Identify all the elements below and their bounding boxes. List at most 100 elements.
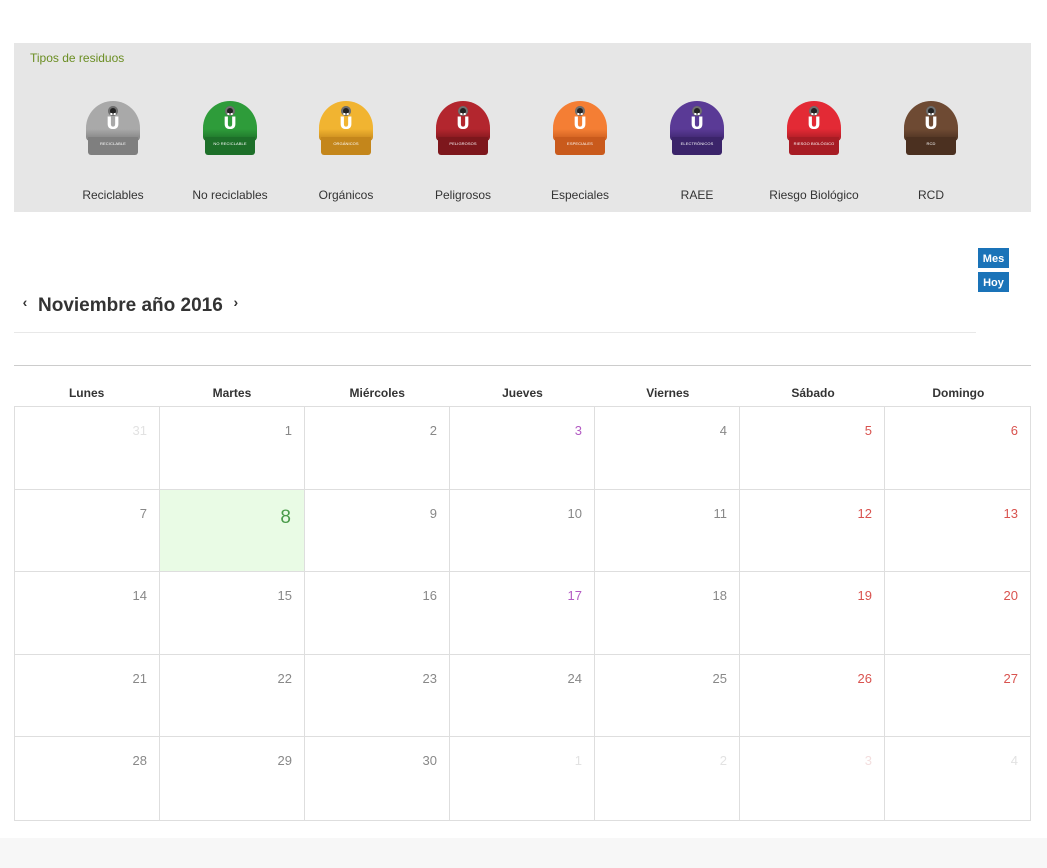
calendar-day[interactable]: 4 [595, 407, 740, 490]
day-number: 12 [857, 505, 872, 521]
waste-bin-icon: Ü Riesgo biológico [787, 101, 841, 157]
calendar-day-today[interactable]: 8 [160, 489, 305, 573]
calendar-day[interactable]: 29 [160, 737, 305, 820]
calendar-day[interactable]: 23 [305, 654, 450, 738]
day-number: 31 [132, 423, 147, 438]
calendar-day[interactable]: 27 [885, 655, 1030, 738]
chevron-right-icon[interactable]: › [229, 294, 243, 310]
calendar-day[interactable]: 3 [740, 737, 885, 820]
calendar-day[interactable]: 31 [15, 407, 160, 490]
waste-bin-label: Orgánicos [318, 188, 374, 202]
waste-bin-label: Especiales [550, 188, 610, 202]
day-number: 25 [712, 670, 727, 686]
calendar-day[interactable]: 28 [15, 737, 160, 820]
day-number: 7 [139, 505, 147, 521]
day-number: 17 [567, 588, 582, 604]
waste-bin-label: RAEE [680, 188, 714, 202]
calendar-day[interactable]: 17 [450, 572, 595, 655]
day-number: 18 [712, 588, 727, 604]
calendar-day[interactable]: 1 [450, 737, 595, 820]
calendar-day[interactable]: 7 [15, 489, 160, 573]
day-number: 20 [1003, 588, 1018, 604]
waste-bin-tag: No reciclable [213, 141, 247, 146]
waste-bin-item[interactable]: Ü Especiales Especiales [520, 101, 640, 202]
day-number: 8 [280, 506, 291, 528]
day-number: 11 [713, 505, 728, 521]
calendar-day[interactable]: 3 [450, 407, 595, 490]
chevron-left-icon[interactable]: ‹ [18, 294, 32, 310]
waste-bin-label: RCD [918, 188, 944, 202]
day-number: 21 [132, 670, 147, 686]
day-number: 4 [1010, 753, 1018, 769]
waste-bin-icon: Ü Especiales [553, 101, 607, 157]
calendar-day[interactable]: 30 [305, 737, 450, 820]
waste-types-panel: Tipos de residuos Ü Reciclable Reciclables… [14, 43, 1031, 212]
day-number: 26 [857, 670, 872, 686]
calendar-day[interactable]: 1 [160, 407, 305, 490]
today-button[interactable]: Hoy [977, 271, 1010, 293]
calendar-day[interactable]: 20 [885, 572, 1030, 655]
calendar-day[interactable]: 26 [740, 654, 885, 738]
waste-bin-tag: Especiales [567, 141, 593, 146]
waste-bin-icon: Ü RCD [904, 101, 958, 157]
section-divider [14, 365, 1031, 366]
calendar-grid: 31 1 2 3 4 5 6 7 8 9 10 11 12 13 14 15 16 17 18 19 20 21 22 23 2… [14, 406, 1031, 821]
calendar-day[interactable]: 6 [885, 407, 1030, 490]
footer-strip [0, 838, 1047, 868]
day-number: 22 [277, 670, 292, 686]
title-divider [14, 332, 976, 333]
calendar-day[interactable]: 13 [885, 490, 1030, 573]
weekday-header: Martes [212, 386, 252, 400]
day-number: 4 [719, 423, 727, 438]
day-number: 2 [719, 753, 727, 769]
weekday-header: Sábado [791, 386, 835, 400]
calendar-day[interactable]: 12 [740, 489, 885, 573]
calendar-day[interactable]: 4 [885, 737, 1030, 820]
waste-bin-icon: Ü Orgánicos [319, 101, 373, 157]
calendar-day[interactable]: 15 [160, 572, 305, 655]
calendar-day[interactable]: 2 [595, 737, 740, 820]
month-view-button[interactable]: Mes [977, 247, 1010, 269]
calendar-day[interactable]: 16 [305, 572, 450, 655]
calendar-day[interactable]: 5 [740, 407, 885, 490]
waste-bin-tag: RCD [926, 141, 936, 146]
day-number: 6 [1010, 423, 1018, 438]
waste-bin-item[interactable]: Ü RCD RCD [871, 101, 991, 202]
calendar-day[interactable]: 25 [595, 654, 740, 738]
waste-bin-label: No reciclables [192, 188, 268, 202]
calendar-day[interactable]: 19 [740, 572, 885, 655]
calendar-day[interactable]: 24 [450, 654, 595, 738]
calendar-day[interactable]: 22 [160, 654, 305, 738]
calendar-day[interactable]: 10 [450, 489, 595, 573]
calendar-header: ‹ Noviembre año 2016 › [18, 292, 243, 320]
waste-bin-item[interactable]: Ü No reciclable No reciclables [170, 101, 290, 202]
weekday-header: Domingo [932, 386, 985, 400]
weekday-header: Miércoles [349, 386, 405, 400]
waste-types-title: Tipos de residuos [30, 51, 125, 65]
day-number: 1 [574, 753, 582, 769]
day-number: 16 [422, 588, 437, 604]
calendar-day[interactable]: 18 [595, 572, 740, 655]
waste-bin-item[interactable]: Ü Peligrosos Peligrosos [403, 101, 523, 202]
calendar-day[interactable]: 21 [15, 654, 160, 738]
weekday-header-row: Lunes Martes Miércoles Jueves Viernes Sábado D… [14, 386, 1031, 400]
waste-bin-item[interactable]: Ü Electrónicos RAEE [637, 101, 757, 202]
day-number: 10 [567, 505, 582, 521]
waste-bin-item[interactable]: Ü Reciclable Reciclables [53, 101, 173, 202]
calendar-title: Noviembre año 2016 [38, 295, 223, 316]
waste-bin-tag: Riesgo biológico [793, 141, 835, 146]
day-number: 5 [864, 423, 872, 438]
waste-bin-item[interactable]: Ü Orgánicos Orgánicos [286, 101, 406, 202]
day-number: 23 [422, 670, 437, 686]
waste-bin-label: Riesgo Biológico [769, 188, 859, 202]
waste-bin-label: Reciclables [82, 188, 144, 202]
waste-bin-item[interactable]: Ü Riesgo biológico Riesgo Biológico [754, 101, 874, 202]
day-number: 19 [857, 588, 872, 604]
calendar-day[interactable]: 14 [15, 572, 160, 655]
weekday-header: Jueves [502, 386, 543, 400]
calendar-day[interactable]: 2 [305, 407, 450, 490]
calendar-day[interactable]: 9 [305, 489, 450, 573]
day-number: 2 [429, 423, 437, 438]
day-number: 1 [284, 423, 292, 438]
calendar-day[interactable]: 11 [595, 489, 740, 573]
